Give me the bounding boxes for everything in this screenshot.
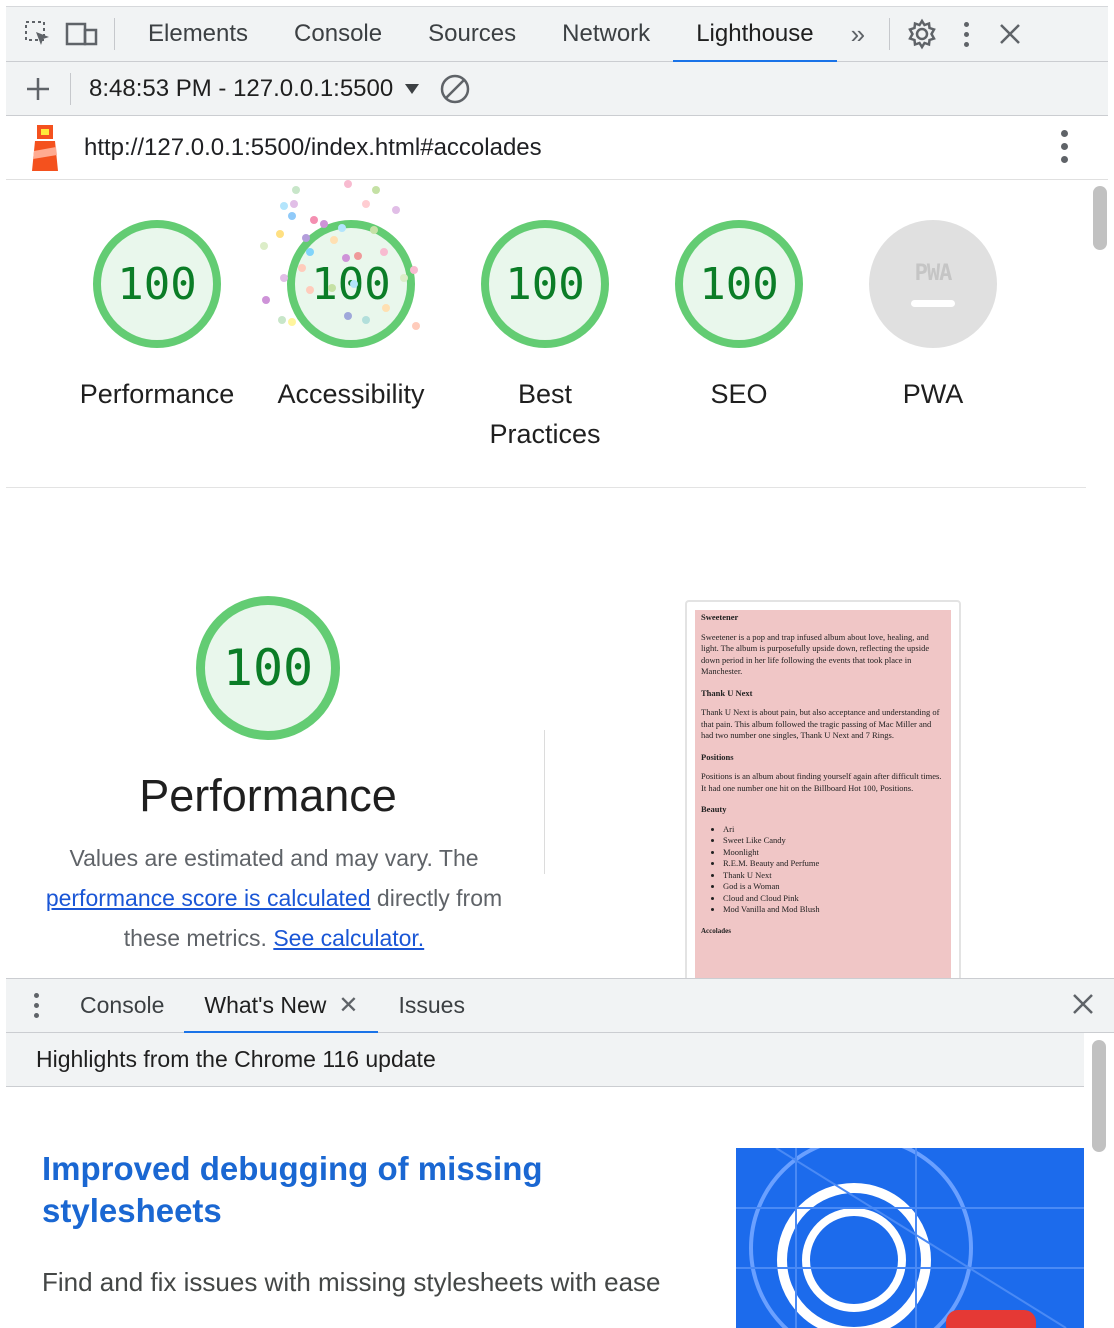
toolbar-divider bbox=[889, 18, 891, 50]
whats-new-header: Highlights from the Chrome 116 update bbox=[6, 1033, 1084, 1087]
lighthouse-report: 100 Performance 100 Accessibility 100 Be… bbox=[6, 180, 1086, 978]
tab-lighthouse[interactable]: Lighthouse bbox=[673, 6, 838, 63]
list-item: Sweet Like Candy bbox=[723, 835, 945, 847]
screenshot-heading: Positions bbox=[701, 751, 734, 762]
list-item: God is a Woman bbox=[723, 881, 945, 893]
device-toolbar-icon[interactable] bbox=[60, 12, 104, 56]
more-tabs-chevron-icon[interactable]: » bbox=[837, 19, 879, 50]
gauge-label: PWA bbox=[902, 379, 964, 409]
gauge-label: Best Practices bbox=[489, 379, 601, 449]
inspect-element-icon[interactable] bbox=[16, 12, 60, 56]
screenshot-paragraph: Sweetener is a pop and trap infused albu… bbox=[701, 631, 930, 677]
report-url-bar: http://127.0.0.1:5500/index.html#accolad… bbox=[6, 116, 1108, 180]
list-item: R.E.M. Beauty and Perfume bbox=[723, 858, 945, 870]
screenshot-list: Ari Sweet Like Candy Moonlight R.E.M. Be… bbox=[723, 824, 945, 916]
pwa-ring: PWA bbox=[869, 220, 997, 348]
article-image[interactable] bbox=[736, 1148, 1084, 1328]
final-screenshot[interactable]: Sweetener Sweetener is a pop and trap in… bbox=[685, 600, 961, 978]
performance-description: Values are estimated and may vary. The p… bbox=[24, 838, 524, 958]
drawer-scrollbar-thumb[interactable] bbox=[1092, 1040, 1106, 1152]
gauge-label: SEO bbox=[710, 379, 768, 409]
gauge-best-practices[interactable]: 100 Best Practices bbox=[448, 220, 642, 454]
screenshot-heading: Sweetener bbox=[701, 612, 739, 622]
drawer-tab-issues[interactable]: Issues bbox=[378, 979, 484, 1033]
clear-reports-block-icon[interactable] bbox=[433, 67, 477, 111]
screenshot-heading: Beauty bbox=[701, 804, 727, 814]
report-scrollbar-thumb[interactable] bbox=[1093, 186, 1107, 250]
lighthouse-toolbar: 8:48:53 PM - 127.0.0.1:5500 bbox=[6, 62, 1108, 116]
pwa-not-applicable-dash bbox=[911, 300, 955, 307]
article-description: Find and fix issues with missing stylesh… bbox=[42, 1267, 661, 1297]
list-item: Thank U Next bbox=[723, 870, 945, 882]
section-divider bbox=[544, 730, 545, 874]
screenshot-paragraph: Thank U Next is about pain, but also acc… bbox=[701, 707, 940, 740]
toolbar-divider bbox=[70, 72, 71, 105]
report-menu-icon[interactable] bbox=[1061, 130, 1068, 163]
desc-text: Values are estimated and may vary. The bbox=[69, 845, 479, 871]
drawer-tab-console[interactable]: Console bbox=[60, 979, 184, 1033]
article-title-link[interactable]: Improved debugging of missing stylesheet… bbox=[42, 1148, 682, 1232]
list-item: Moonlight bbox=[723, 847, 945, 859]
tab-elements[interactable]: Elements bbox=[125, 6, 271, 62]
screenshot-heading: Accolades bbox=[701, 926, 731, 935]
report-select-label: 8:48:53 PM - 127.0.0.1:5500 bbox=[89, 74, 394, 102]
performance-title: Performance bbox=[139, 770, 397, 821]
list-item: Mod Vanilla and Mod Blush bbox=[723, 904, 945, 916]
drawer-tab-label: What's New bbox=[204, 992, 327, 1018]
confetti-decoration bbox=[260, 180, 420, 330]
report-scrollbar[interactable] bbox=[1088, 180, 1110, 978]
new-report-plus-icon[interactable] bbox=[16, 67, 60, 111]
score-ring: 100 bbox=[675, 220, 803, 348]
performance-score-ring: 100 bbox=[196, 596, 340, 740]
gauge-label: Accessibility bbox=[277, 379, 425, 409]
devtools-tab-bar: Elements Console Sources Network Lightho… bbox=[6, 6, 1108, 63]
screenshot-paragraph: Positions is an album about finding your… bbox=[701, 771, 942, 793]
list-item: Cloud and Cloud Pink bbox=[723, 893, 945, 905]
dropdown-caret-icon bbox=[405, 83, 420, 94]
close-tab-icon[interactable]: ✕ bbox=[338, 991, 358, 1020]
tab-sources[interactable]: Sources bbox=[405, 6, 539, 62]
report-select-dropdown[interactable]: 8:48:53 PM - 127.0.0.1:5500 bbox=[89, 74, 420, 103]
drawer-menu-icon[interactable] bbox=[34, 993, 40, 1018]
screenshot-heading: Thank U Next bbox=[701, 687, 753, 698]
score-gauges: 100 Performance 100 Accessibility 100 Be… bbox=[6, 180, 1086, 488]
toolbar-divider bbox=[114, 18, 115, 50]
performance-section: 100 Performance Values are estimated and… bbox=[6, 488, 1086, 978]
score-ring: 100 bbox=[93, 220, 221, 348]
performance-score-link[interactable]: performance score is calculated bbox=[46, 885, 371, 911]
close-devtools-icon[interactable] bbox=[988, 12, 1032, 56]
customize-menu-icon[interactable] bbox=[944, 12, 988, 56]
gauge-label: Performance bbox=[79, 379, 235, 409]
gauge-performance[interactable]: 100 Performance bbox=[60, 220, 254, 414]
gauge-pwa[interactable]: PWA PWA bbox=[836, 220, 1030, 414]
score-ring: 100 bbox=[481, 220, 609, 348]
report-url: http://127.0.0.1:5500/index.html#accolad… bbox=[84, 133, 542, 161]
drawer-tab-bar: Console What's New ✕ Issues bbox=[6, 978, 1114, 1034]
screenshot-page: Sweetener Sweetener is a pop and trap in… bbox=[695, 610, 951, 978]
tab-console[interactable]: Console bbox=[271, 6, 405, 62]
tab-network[interactable]: Network bbox=[539, 6, 673, 62]
see-calculator-link[interactable]: See calculator. bbox=[273, 925, 424, 951]
list-item: Ari bbox=[723, 824, 945, 836]
lighthouse-logo-icon bbox=[28, 123, 62, 173]
settings-gear-icon[interactable] bbox=[900, 12, 944, 56]
close-drawer-icon[interactable] bbox=[1072, 989, 1094, 1023]
drawer-tab-whats-new[interactable]: What's New ✕ bbox=[184, 979, 379, 1034]
gauge-seo[interactable]: 100 SEO bbox=[642, 220, 836, 414]
pwa-badge-icon: PWA bbox=[914, 261, 953, 286]
